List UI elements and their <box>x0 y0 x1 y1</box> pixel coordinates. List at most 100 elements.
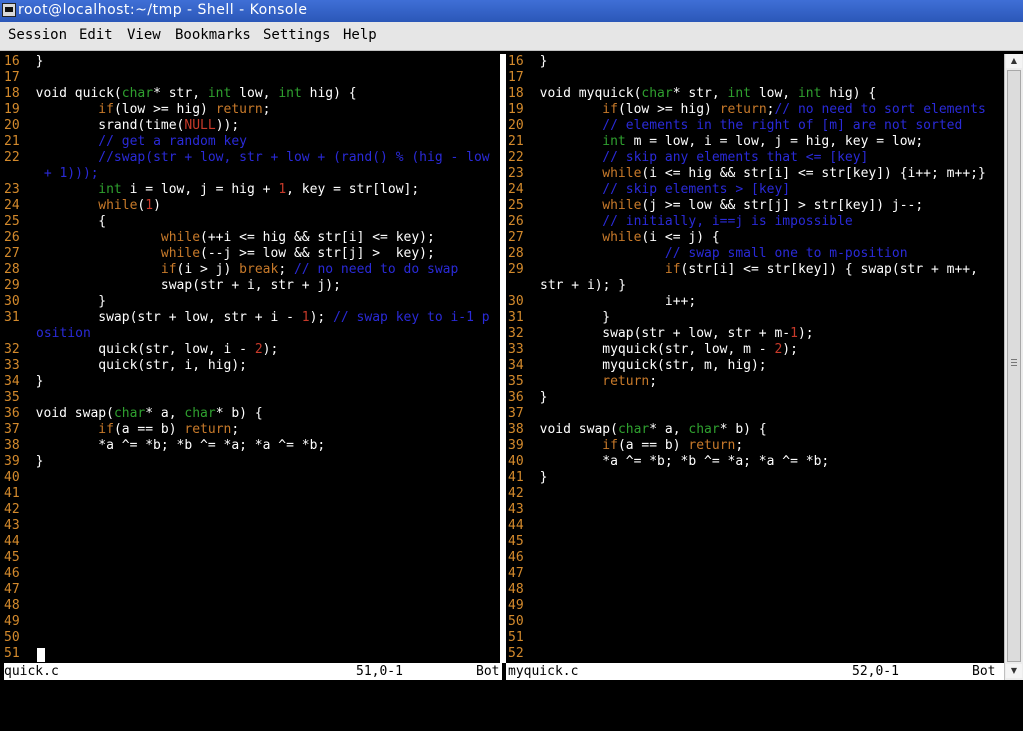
code-token: myquick(str, m, hig); <box>539 358 767 373</box>
maximize-icon[interactable] <box>970 4 984 18</box>
scroll-up-arrow-icon[interactable]: ▲ <box>1006 54 1022 68</box>
vertical-split-divider[interactable] <box>500 54 506 663</box>
line-number: 24 <box>4 198 20 213</box>
code-token: ; <box>278 262 294 277</box>
code-line: 30 i++; <box>508 294 696 310</box>
line-number: 41 <box>508 470 524 485</box>
code-line: 44 <box>508 518 540 534</box>
code-token: low, <box>751 86 798 101</box>
code-token: // get a random key <box>98 134 247 149</box>
code-line: 42 <box>508 486 540 502</box>
code-line: 32 quick(str, low, i - 2); <box>4 342 278 358</box>
line-number: 29 <box>508 262 524 277</box>
code-token: hig) { <box>301 86 357 101</box>
code-line: 50 <box>4 630 36 646</box>
code-token: hig) { <box>821 86 877 101</box>
code-line: 25 { <box>4 214 106 230</box>
code-token: if <box>98 422 114 437</box>
code-token: ); <box>797 326 814 341</box>
code-token: return <box>602 374 650 389</box>
code-line: 29 swap(str + i, str + j); <box>4 278 341 294</box>
code-line: 49 <box>508 598 540 614</box>
code-token: int <box>602 134 626 149</box>
code-line: 35 return; <box>508 374 657 390</box>
code-token: while <box>602 230 642 245</box>
status-filename: myquick.c <box>508 664 579 679</box>
code-token: if <box>98 102 114 117</box>
code-line: 35 <box>4 390 36 406</box>
code-token: if <box>160 262 177 277</box>
close-icon[interactable] <box>990 4 1004 18</box>
code-token: swap(str + low, str + i - <box>35 310 302 325</box>
code-line: 52 <box>508 646 540 662</box>
code-token: break <box>239 262 279 277</box>
code-token: (low >= hig) <box>113 102 216 117</box>
code-token: if <box>664 262 681 277</box>
code-token: 1 <box>301 310 310 325</box>
editor-pane-left[interactable]: 16 } 17 18 void quick(char* str, int low,… <box>4 54 499 663</box>
code-token: int <box>98 182 122 197</box>
code-token: // swap small one to m-position <box>664 246 908 261</box>
code-token: + 1))); <box>43 166 99 181</box>
code-line: 17 <box>508 70 540 86</box>
line-number: 31 <box>4 310 20 325</box>
code-token: low, <box>231 86 279 101</box>
scroll-down-arrow-icon[interactable]: ▼ <box>1006 664 1022 678</box>
code-line: 40 <box>4 470 36 486</box>
line-number: 40 <box>508 454 524 469</box>
line-number: 34 <box>4 374 20 389</box>
code-line: 29 if(str[i] <= str[key]) { swap(str + m… <box>508 262 978 278</box>
code-token: str + i); } <box>540 278 627 293</box>
menu-settings[interactable]: Settings <box>263 27 330 43</box>
line-number: 50 <box>508 614 524 629</box>
menu-edit[interactable]: Edit <box>79 27 113 43</box>
menu-help[interactable]: Help <box>343 27 377 43</box>
code-token: swap(str + i, str + j); <box>35 278 341 293</box>
code-line: 23 while(i <= hig && str[i] <= str[key])… <box>508 166 986 182</box>
line-number: 17 <box>4 70 20 85</box>
code-token: * str, <box>672 86 728 101</box>
line-number: 31 <box>508 310 524 325</box>
line-number: 50 <box>4 630 20 645</box>
window-titlebar[interactable]: root@localhost:~/tmp - Shell - Konsole <box>0 0 1023 22</box>
menu-bookmarks[interactable]: Bookmarks <box>175 27 251 43</box>
vertical-scrollbar[interactable]: ▲ ▼ <box>1004 54 1023 680</box>
scrollbar-thumb[interactable] <box>1007 70 1021 662</box>
line-number: 38 <box>508 422 524 437</box>
code-token: while <box>602 198 642 213</box>
code-line: + 1))); <box>4 166 99 182</box>
code-line: 19 if(low >= hig) return;// no need to s… <box>508 102 986 118</box>
code-line: 50 <box>508 614 540 630</box>
code-line: 36 } <box>508 390 547 406</box>
code-token: ; <box>231 422 240 437</box>
line-number: 33 <box>508 342 524 357</box>
code-token: // skip elements > [key] <box>602 182 791 197</box>
line-number: 19 <box>508 102 524 117</box>
editor-pane-right[interactable]: 16 } 17 18 void myquick(char* str, int lo… <box>508 54 1004 663</box>
status-line-left: quick.c 51,0-1 Bot <box>4 663 502 680</box>
code-token: } <box>539 54 548 69</box>
konsole-app-icon[interactable] <box>2 3 16 17</box>
code-token: (--j >= low && str[j] > key); <box>200 246 435 261</box>
code-token: (++i <= hig && str[i] <= key); <box>200 230 435 245</box>
line-number: 23 <box>4 182 20 197</box>
code-token: * a, <box>649 422 689 437</box>
code-line: 49 <box>4 614 36 630</box>
code-line: 48 <box>4 598 36 614</box>
menu-session[interactable]: Session <box>8 27 67 43</box>
code-token: char <box>113 406 146 421</box>
code-token: quick(str, low, i - <box>35 342 255 357</box>
code-line: 24 while(1) <box>4 198 161 214</box>
menu-view[interactable]: View <box>127 27 161 43</box>
code-token: char <box>617 422 650 437</box>
minimize-icon[interactable] <box>950 4 964 18</box>
code-token: int <box>207 86 232 101</box>
